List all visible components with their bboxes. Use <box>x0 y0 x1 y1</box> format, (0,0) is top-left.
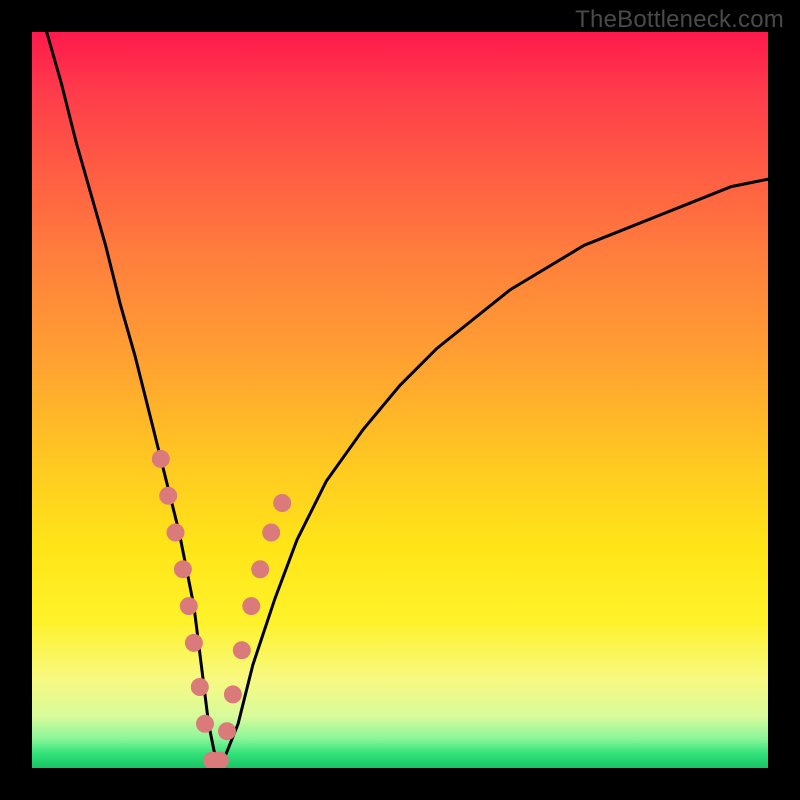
marker-dot <box>180 597 198 615</box>
marker-dot <box>159 487 177 505</box>
marker-dot <box>185 634 203 652</box>
marker-dot <box>167 524 185 542</box>
marker-dot <box>191 678 209 696</box>
marker-dot <box>262 524 280 542</box>
watermark-text: TheBottleneck.com <box>575 6 784 34</box>
chart-outer-frame: TheBottleneck.com <box>0 0 800 800</box>
marker-dot <box>218 722 236 740</box>
bottleneck-curve-svg <box>32 32 768 768</box>
marker-dot <box>152 450 170 468</box>
marker-dot <box>196 715 214 733</box>
marker-dot <box>273 494 291 512</box>
marker-dot <box>174 560 192 578</box>
chart-plot-area <box>32 32 768 768</box>
marker-dot <box>233 641 251 659</box>
bottleneck-curve-path <box>47 32 768 761</box>
marker-dot <box>224 685 242 703</box>
marker-dot <box>251 560 269 578</box>
marker-dot <box>242 597 260 615</box>
